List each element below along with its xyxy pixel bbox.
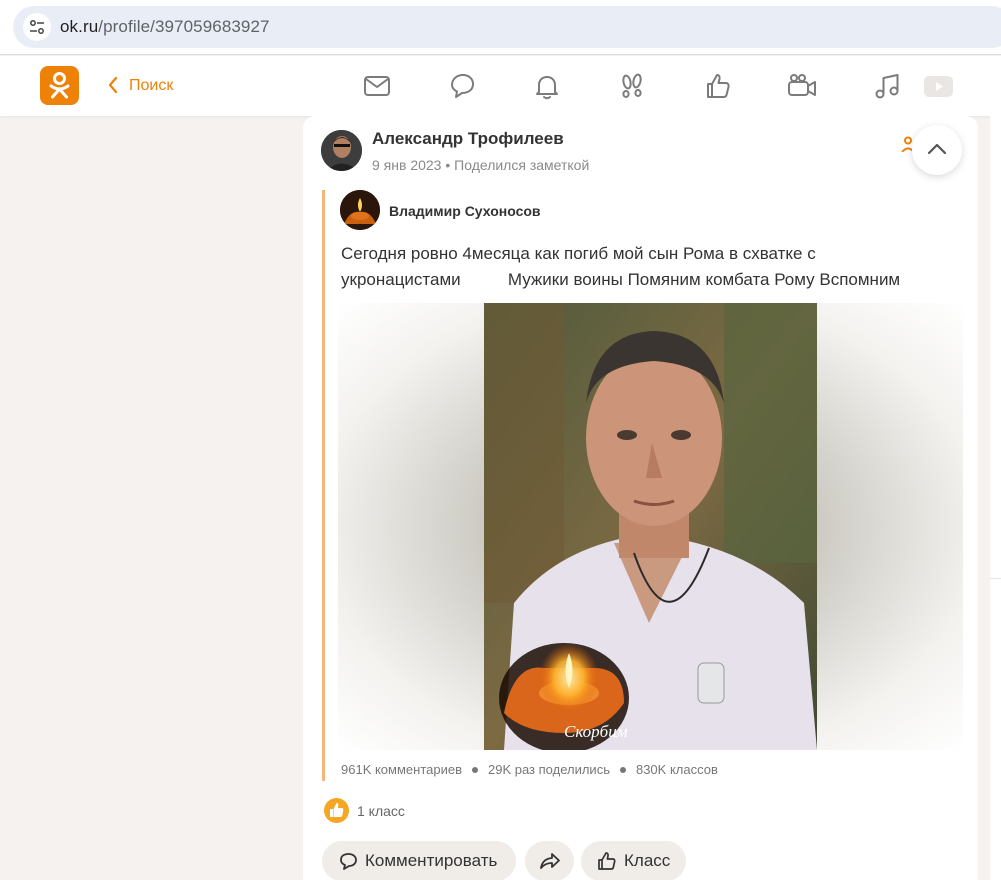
feed-post-card: Александр Трофилеев 9 янв 2023 • Поделил… xyxy=(303,116,978,880)
klass-icon xyxy=(598,852,616,870)
top-navigation: Поиск xyxy=(0,56,1001,116)
bell-icon[interactable] xyxy=(531,70,563,102)
comments-count[interactable]: 961K комментариев xyxy=(341,762,462,777)
repost-author-avatar[interactable] xyxy=(340,190,380,230)
author-avatar[interactable] xyxy=(321,130,362,171)
mail-icon[interactable] xyxy=(361,70,393,102)
like-icon[interactable] xyxy=(702,70,734,102)
post-meta: 9 янв 2023 • Поделился заметкой xyxy=(372,157,589,173)
ok-logo[interactable] xyxy=(40,66,79,105)
chevron-left-icon[interactable] xyxy=(107,75,119,95)
back-to-search-link[interactable]: Поиск xyxy=(129,77,173,95)
scroll-to-top-button[interactable] xyxy=(912,125,962,175)
post-date: 9 янв 2023 xyxy=(372,157,442,173)
repost-text-line2: укронацистами Мужики воины Помяним комба… xyxy=(341,270,901,289)
photo-caption: Скорбим xyxy=(564,722,628,741)
comment-button-label: Комментировать xyxy=(365,851,498,870)
shares-count[interactable]: 29K раз поделились xyxy=(488,762,610,777)
klass-badge-icon xyxy=(324,798,349,823)
post-author-name[interactable]: Александр Трофилеев xyxy=(372,129,564,149)
repost-text: Сегодня ровно 4месяца как погиб мой сын … xyxy=(341,241,951,293)
chat-icon[interactable] xyxy=(446,70,478,102)
url-host: ok.ru xyxy=(60,17,99,36)
music-icon[interactable] xyxy=(871,70,903,102)
stats-separator xyxy=(619,767,626,774)
comment-button[interactable]: Комментировать xyxy=(322,841,516,880)
likes-count: 1 класс xyxy=(357,803,405,819)
post-action: Поделился заметкой xyxy=(454,157,590,173)
comment-icon xyxy=(340,853,357,870)
stats-separator xyxy=(472,767,478,774)
browser-toolbar: ok.ru/profile/397059683927 xyxy=(0,0,1001,55)
video-play-icon[interactable] xyxy=(922,70,954,102)
reposted-note: Владимир Сухоносов Сегодня ровно 4месяца… xyxy=(322,190,963,781)
share-button[interactable] xyxy=(525,841,574,880)
url-text[interactable]: ok.ru/profile/397059683927 xyxy=(60,17,270,37)
address-bar[interactable]: ok.ru/profile/397059683927 xyxy=(13,6,1001,48)
meta-separator: • xyxy=(445,157,455,173)
memorial-photo[interactable]: Скорбим xyxy=(484,303,817,750)
sidebar-divider xyxy=(990,578,1001,579)
klass-button-label: Класс xyxy=(624,851,671,870)
url-path: /profile/397059683927 xyxy=(98,17,270,36)
repost-text-line1: Сегодня ровно 4месяца как погиб мой сын … xyxy=(341,244,816,263)
repost-author-name[interactable]: Владимир Сухоносов xyxy=(389,203,541,219)
site-settings-icon[interactable] xyxy=(23,13,51,41)
post-photo[interactable]: Скорбим xyxy=(338,303,963,750)
share-icon xyxy=(540,853,560,869)
klass-button[interactable]: Класс xyxy=(581,841,686,880)
video-camera-icon[interactable] xyxy=(786,70,818,102)
guests-icon[interactable] xyxy=(616,70,648,102)
repost-stats: 961K комментариев 29K раз поделились 830K … xyxy=(341,762,718,777)
chevron-up-icon xyxy=(927,143,947,155)
klass-count[interactable]: 830K классов xyxy=(636,762,718,777)
right-sidebar-edge xyxy=(990,116,1001,880)
